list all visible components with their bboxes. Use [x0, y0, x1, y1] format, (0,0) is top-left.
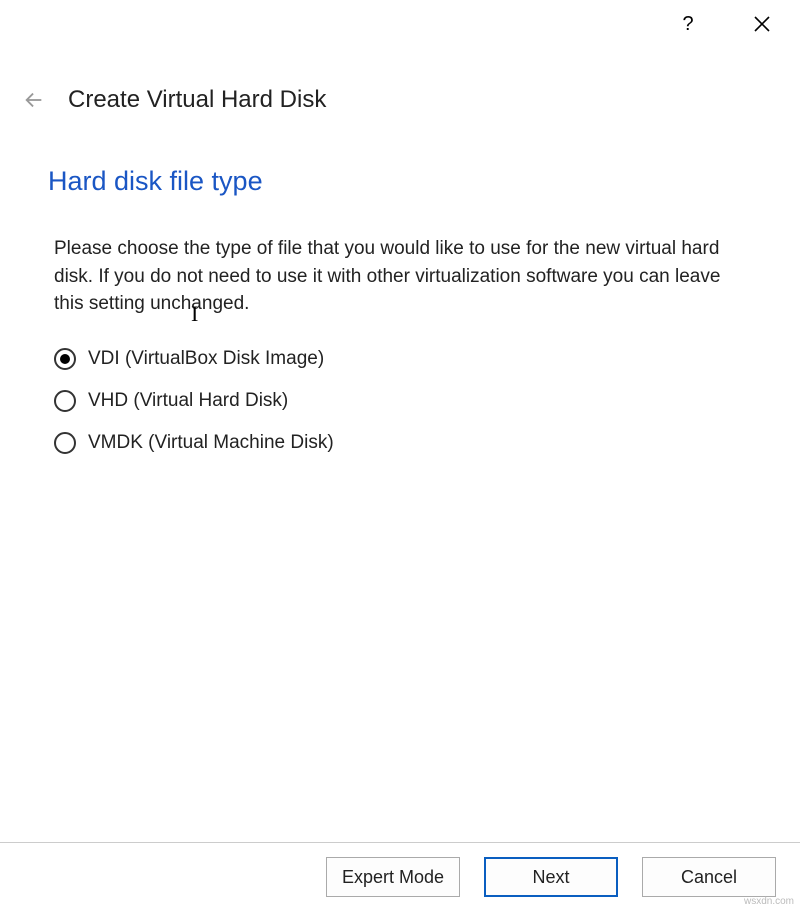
radio-icon [54, 348, 76, 370]
radio-option-vmdk[interactable]: VMDK (Virtual Machine Disk) [54, 432, 752, 454]
radio-label: VMDK (Virtual Machine Disk) [88, 432, 334, 454]
button-bar: Expert Mode Next Cancel [0, 842, 800, 897]
help-icon[interactable]: ? [668, 4, 708, 44]
radio-icon [54, 432, 76, 454]
titlebar: ? [0, 0, 800, 48]
expert-mode-button[interactable]: Expert Mode [326, 857, 460, 897]
section-heading: Hard disk file type [48, 166, 752, 197]
wizard-header: Create Virtual Hard Disk [0, 48, 800, 114]
watermark: wsxdn.com [744, 896, 794, 907]
back-arrow-icon[interactable] [20, 86, 48, 114]
close-icon[interactable] [742, 4, 782, 44]
cancel-button[interactable]: Cancel [642, 857, 776, 897]
radio-option-vdi[interactable]: VDI (VirtualBox Disk Image) [54, 348, 752, 370]
disk-type-radio-group: VDI (VirtualBox Disk Image) VHD (Virtual… [48, 348, 752, 454]
section-description: Please choose the type of file that you … [48, 235, 752, 318]
radio-option-vhd[interactable]: VHD (Virtual Hard Disk) [54, 390, 752, 412]
radio-label: VDI (VirtualBox Disk Image) [88, 348, 324, 370]
content-area: Hard disk file type Please choose the ty… [0, 114, 800, 454]
radio-icon [54, 390, 76, 412]
wizard-title: Create Virtual Hard Disk [68, 86, 326, 114]
next-button[interactable]: Next [484, 857, 618, 897]
radio-label: VHD (Virtual Hard Disk) [88, 390, 288, 412]
